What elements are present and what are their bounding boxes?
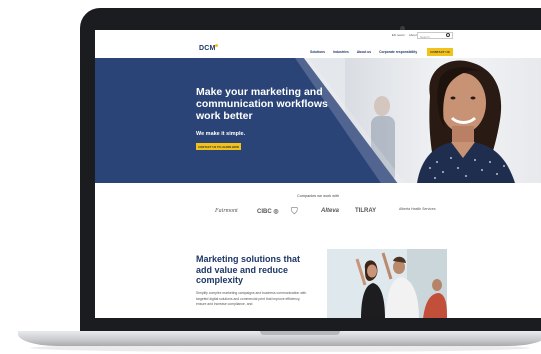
hero-banner: Make your marketing and communication wo… [95,58,541,183]
tilray-logo: TILRAY [355,208,377,214]
nav-item-about[interactable]: About us [357,50,371,54]
utility-bar: EN newsr About Ops support FR Search [95,30,541,41]
hero-subtitle: We make it simple. [196,131,246,137]
team-photo-illustration [327,249,447,318]
nav-menu: Solutions Industries About us Corporate … [310,50,417,54]
fairmont-logo: Fairmont [215,208,238,214]
website-screen: EN newsr About Ops support FR Search DCM… [95,30,541,318]
search-icon[interactable] [446,33,450,37]
nav-item-solutions[interactable]: Solutions [310,50,325,54]
laptop-notch [260,331,340,335]
partner-logos: Fairmont CIBC ◎ ⛉ Alteva TILRAY Alberta … [215,206,445,220]
partners-heading: Companies we work with [297,194,339,198]
hero-title: Make your marketing and communication wo… [196,86,328,122]
alteva-logo: Alteva [321,208,340,214]
logo-dot-icon [215,44,218,47]
solutions-body: Simplify complex marketing campaigns and… [196,291,307,306]
dcm-logo[interactable]: DCM [199,45,216,52]
team-photo [327,249,447,318]
utility-link[interactable]: EN newsr [392,33,405,37]
solutions-title: Marketing solutions that add value and r… [196,254,301,285]
main-nav: DCM Solutions Industries About us Corpor… [95,41,541,58]
nav-item-industries[interactable]: Industries [333,50,349,54]
contact-us-button[interactable]: CONTACT US [427,48,453,56]
cibc-logo: CIBC ◎ [257,209,279,215]
hero-cta-button[interactable]: CONTACT US TO LEARN HOW [196,143,241,150]
nav-item-corporate-responsibility[interactable]: Corporate responsibility [379,50,417,54]
search-placeholder: Search [420,34,430,39]
badge-logo: ⛉ [291,206,298,216]
alberta-health-logo: Alberta Health Services [399,207,436,211]
utility-link[interactable]: About [409,33,417,37]
